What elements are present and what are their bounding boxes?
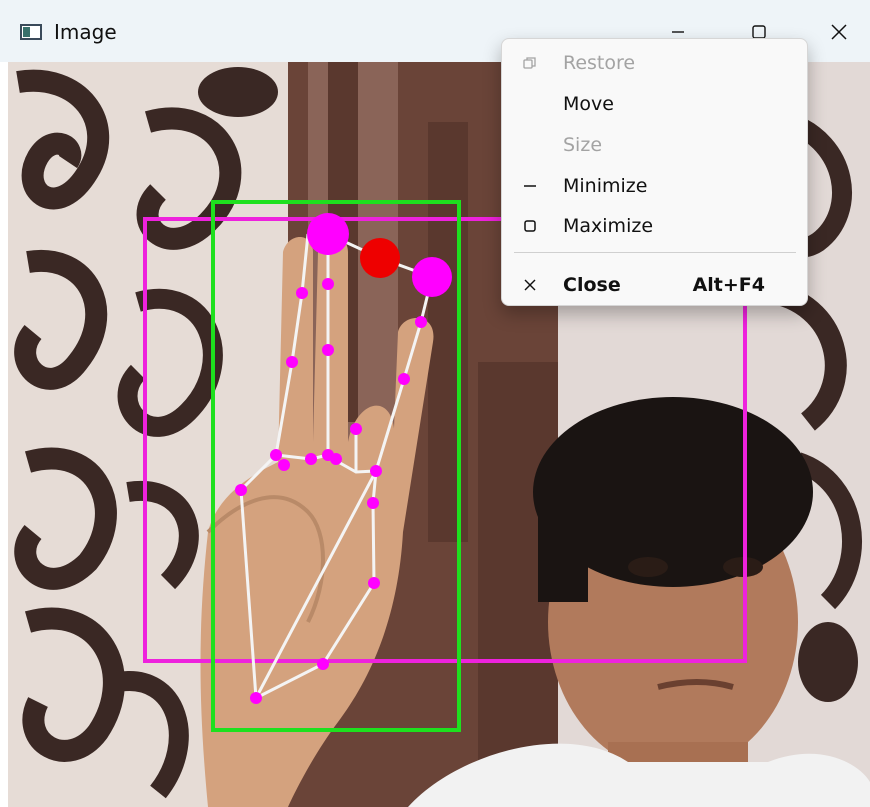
app-window-icon <box>20 24 42 40</box>
menu-item-label: Size <box>563 134 603 156</box>
image-window: Image Restore Move Size Minimize Maximiz… <box>0 0 870 807</box>
menu-item-label: Restore <box>563 52 636 74</box>
menu-item-label: Maximize <box>563 215 654 237</box>
menu-item-label: Minimize <box>563 175 648 197</box>
selected-landmark <box>360 238 400 278</box>
close-icon <box>831 24 847 40</box>
window-title: Image <box>54 20 117 44</box>
menu-item-label: Move <box>563 93 614 115</box>
minimize-icon <box>522 178 538 194</box>
maximize-icon <box>522 218 538 234</box>
close-button[interactable] <box>816 12 862 52</box>
menu-item-close[interactable]: Close Alt+F4 <box>502 265 807 305</box>
menu-item-move[interactable]: Move <box>502 84 807 124</box>
system-menu: Restore Move Size Minimize Maximize Clos… <box>501 38 808 306</box>
menu-item-restore[interactable]: Restore <box>502 43 807 83</box>
close-icon <box>522 277 538 293</box>
menu-item-maximize[interactable]: Maximize <box>502 206 807 246</box>
restore-icon <box>522 55 538 71</box>
menu-item-size[interactable]: Size <box>502 125 807 165</box>
menu-separator <box>514 252 796 253</box>
menu-item-label: Close <box>563 274 621 296</box>
menu-item-minimize[interactable]: Minimize <box>502 166 807 206</box>
shortcut-label: Alt+F4 <box>692 274 765 296</box>
